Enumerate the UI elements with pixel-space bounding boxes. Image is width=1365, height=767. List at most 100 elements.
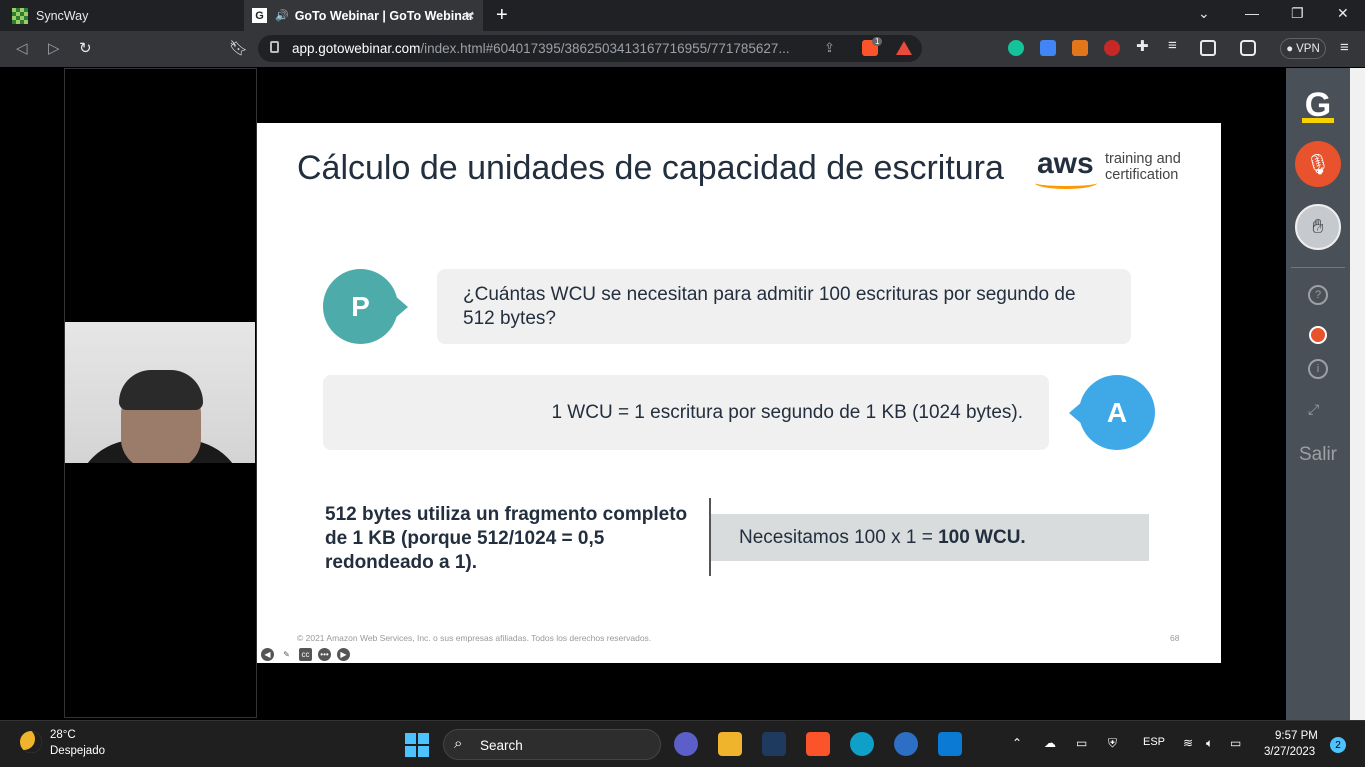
goto-control-panel: G 🎙︎ ✋︎ ? i ⤢ Salir bbox=[1286, 68, 1350, 720]
app-icon[interactable] bbox=[762, 732, 786, 756]
lock-icon bbox=[270, 41, 279, 53]
recording-icon[interactable] bbox=[1309, 326, 1327, 344]
back-icon[interactable]: ◁ bbox=[16, 39, 28, 57]
vscode-icon[interactable] bbox=[938, 732, 962, 756]
tab-gotowebinar[interactable]: G 🔊 GoTo Webinar | GoTo Webinar ✕ bbox=[244, 0, 483, 31]
aws-tagline: training and certification bbox=[1105, 151, 1181, 183]
start-button[interactable] bbox=[405, 733, 429, 757]
captions-icon[interactable]: cc bbox=[299, 648, 312, 661]
extension-red-icon[interactable] bbox=[1104, 40, 1120, 56]
page-scrollbar[interactable] bbox=[1350, 68, 1365, 720]
result-bold: 100 WCU. bbox=[938, 527, 1026, 548]
result-box: Necesitamos 100 x 1 = 100 WCU. bbox=[711, 514, 1149, 561]
url-path: /index.html#604017395/386250341316771695… bbox=[420, 41, 790, 56]
brave-rewards-icon[interactable] bbox=[896, 41, 912, 55]
metamask-icon[interactable] bbox=[1072, 40, 1088, 56]
edge-icon[interactable] bbox=[850, 732, 874, 756]
answer-box: 1 WCU = 1 escritura por segundo de 1 KB … bbox=[323, 375, 1049, 450]
clock-time[interactable]: 9:57 PM bbox=[1275, 730, 1318, 742]
exit-button[interactable]: Salir bbox=[1286, 444, 1350, 466]
extensions-puzzle-icon[interactable]: ✚ bbox=[1136, 37, 1152, 55]
notification-badge[interactable]: 2 bbox=[1330, 737, 1346, 753]
previous-slide-icon[interactable]: ◀ bbox=[261, 648, 274, 661]
tab-label: GoTo Webinar | GoTo Webinar bbox=[294, 8, 474, 23]
wifi-icon[interactable]: ≋ bbox=[1183, 736, 1193, 750]
browser-toolbar: ◁ ▷ ↻ 🔖︎ app.gotowebinar.com/index.html#… bbox=[0, 31, 1365, 67]
tab-syncway[interactable]: SyncWay bbox=[0, 0, 244, 31]
translate-icon[interactable] bbox=[1040, 40, 1056, 56]
url-host: app.gotowebinar.com bbox=[292, 41, 421, 56]
search-label: Search bbox=[480, 738, 523, 753]
clock-date[interactable]: 3/27/2023 bbox=[1264, 746, 1315, 758]
page-number: 68 bbox=[1170, 633, 1180, 643]
minimize-button[interactable]: — bbox=[1245, 5, 1259, 21]
goto-logo-underline bbox=[1302, 118, 1334, 123]
raise-hand-button[interactable]: ✋︎ bbox=[1295, 204, 1341, 250]
network-off-icon[interactable]: ☁︎ bbox=[1044, 736, 1056, 750]
presenter-headset bbox=[119, 370, 203, 410]
question-bubble: P bbox=[323, 269, 408, 344]
taskbar-search[interactable]: ⌕ Search bbox=[443, 729, 661, 760]
share-icon[interactable]: ⇪ bbox=[824, 40, 835, 56]
wallet-icon[interactable] bbox=[1240, 40, 1256, 56]
goto-favicon-icon: G bbox=[252, 8, 267, 23]
vpn-button[interactable]: ● VPN bbox=[1280, 38, 1326, 59]
shields-count-badge: 1 bbox=[872, 37, 883, 46]
tab-label: SyncWay bbox=[36, 8, 89, 23]
battery-icon[interactable]: ▭ bbox=[1230, 736, 1241, 750]
microphone-muted-icon: 🎙︎ bbox=[1305, 153, 1331, 176]
grammarly-icon[interactable] bbox=[1008, 40, 1024, 56]
moon-weather-icon bbox=[20, 731, 42, 753]
new-tab-button[interactable]: + bbox=[496, 4, 508, 27]
windows-taskbar: 28°C Despejado ⌕ Search ⌃ ☁︎ ▭ ⛨ ESP ≋ 🔈… bbox=[0, 720, 1365, 767]
brave-browser-icon[interactable] bbox=[806, 732, 830, 756]
restore-button[interactable]: ❐ bbox=[1291, 5, 1304, 22]
browser-tabbar: SyncWay G 🔊 GoTo Webinar | GoTo Webinar … bbox=[0, 0, 1365, 31]
panel-divider bbox=[1291, 267, 1345, 268]
next-slide-icon[interactable]: ▶ bbox=[337, 648, 350, 661]
language-indicator[interactable]: ESP bbox=[1143, 736, 1165, 748]
slide-controls: ◀ ✎ cc ••• ▶ bbox=[261, 648, 350, 661]
sidebar-icon[interactable] bbox=[1200, 40, 1216, 56]
search-icon: ⌕ bbox=[454, 735, 463, 752]
help-icon[interactable]: ? bbox=[1308, 285, 1328, 305]
reload-icon[interactable]: ↻ bbox=[79, 39, 92, 57]
address-bar[interactable]: app.gotowebinar.com/index.html#604017395… bbox=[258, 35, 922, 62]
fullscreen-icon[interactable]: ⤢ bbox=[1308, 401, 1319, 418]
info-icon[interactable]: i bbox=[1308, 359, 1328, 379]
media-queue-icon[interactable]: ≡ bbox=[1168, 37, 1184, 54]
result-prefix: Necesitamos 100 x 1 = bbox=[739, 527, 939, 548]
microphone-button[interactable]: 🎙︎ bbox=[1295, 141, 1341, 187]
defender-icon[interactable]: ⛨ bbox=[1108, 736, 1117, 751]
menu-icon[interactable]: ≡ bbox=[1340, 39, 1349, 56]
question-box: ¿Cuántas WCU se necesitan para admitir 1… bbox=[437, 269, 1131, 344]
explanation-text: 512 bytes utiliza un fragmento completo … bbox=[325, 504, 688, 573]
tray-chevron-icon[interactable]: ⌃ bbox=[1012, 736, 1022, 750]
tab-search-chevron-icon[interactable]: ⌄ bbox=[1198, 5, 1210, 22]
weather-temperature[interactable]: 28°C bbox=[50, 729, 76, 741]
close-tab-icon[interactable]: ✕ bbox=[464, 8, 475, 24]
answer-bubble: A bbox=[1069, 375, 1155, 450]
more-options-icon[interactable]: ••• bbox=[318, 648, 331, 661]
weather-description[interactable]: Despejado bbox=[50, 745, 105, 757]
close-window-button[interactable]: ✕ bbox=[1337, 5, 1349, 22]
slide-title: Cálculo de unidades de capacidad de escr… bbox=[297, 149, 1004, 187]
teams-meet-icon[interactable] bbox=[674, 732, 698, 756]
volume-icon[interactable]: 🔈︎ bbox=[1206, 736, 1213, 751]
hand-icon: ✋︎ bbox=[1312, 215, 1324, 238]
url-text[interactable]: app.gotowebinar.com/index.html#604017395… bbox=[292, 41, 812, 56]
display-icon[interactable]: ▭ bbox=[1076, 736, 1087, 750]
speaker-icon: 🔊 bbox=[275, 10, 289, 22]
presentation-slide: Cálculo de unidades de capacidad de escr… bbox=[257, 123, 1221, 663]
copyright-text: © 2021 Amazon Web Services, Inc. o sus e… bbox=[297, 633, 652, 643]
vpn-label: VPN bbox=[1296, 42, 1320, 55]
pen-icon[interactable]: ✎ bbox=[280, 648, 293, 661]
file-explorer-icon[interactable] bbox=[718, 732, 742, 756]
aws-logo: aws bbox=[1037, 147, 1094, 180]
chat-app-icon[interactable] bbox=[894, 732, 918, 756]
syncway-favicon-icon bbox=[12, 7, 28, 24]
aws-smile-icon bbox=[1035, 177, 1097, 189]
forward-icon[interactable]: ▷ bbox=[48, 39, 60, 57]
bookmark-icon[interactable]: 🔖︎ bbox=[229, 39, 248, 57]
webcam-video bbox=[65, 322, 255, 463]
